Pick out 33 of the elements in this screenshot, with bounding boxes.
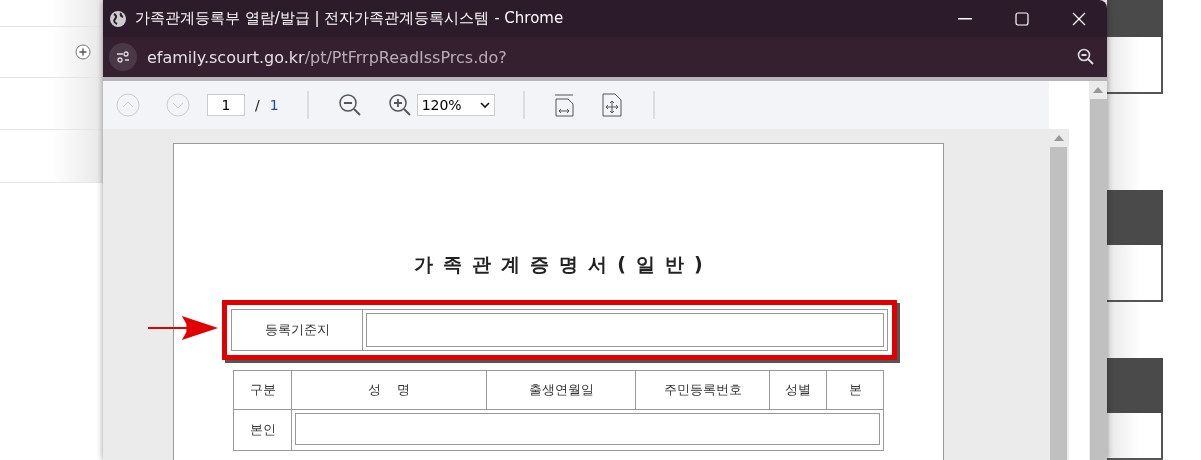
row-label: 본인 <box>234 410 292 451</box>
page-number-field[interactable]: 1 <box>207 94 245 116</box>
sliders-icon <box>116 51 130 63</box>
expand-icon[interactable] <box>75 44 91 60</box>
globe-icon <box>109 9 127 28</box>
column-header: 성 명 <box>292 371 487 410</box>
column-header: 주민등록번호 <box>636 371 770 410</box>
close-icon <box>1071 11 1086 26</box>
page-total: 1 <box>269 97 279 113</box>
caret-icon <box>479 102 490 108</box>
column-header: 구분 <box>234 371 292 410</box>
window-title: 가족관계등록부 열람/발급 | 전자가족관계등록시스템 - Chrome <box>135 9 565 28</box>
column-header: 본 <box>827 371 884 410</box>
zoom-select[interactable]: 120% <box>416 94 495 116</box>
page-separator: / <box>255 97 260 113</box>
dark-bar <box>1107 0 1163 37</box>
panel-box <box>1107 245 1163 302</box>
column-header: 출생연월일 <box>487 371 636 410</box>
site-info-button[interactable] <box>109 43 137 71</box>
document-title: 가족관계증명서(일반) <box>414 252 713 277</box>
dark-bar <box>1107 358 1163 413</box>
fit-page-icon[interactable] <box>600 90 623 120</box>
maximize-icon <box>1014 11 1029 26</box>
arrow-icon <box>148 316 218 340</box>
scrollbar[interactable] <box>1089 81 1107 460</box>
dark-bar <box>1107 190 1163 245</box>
field-label: 등록기준지 <box>232 310 363 350</box>
column-header: 성별 <box>770 371 827 410</box>
panel-box <box>1107 413 1163 460</box>
scroll-up-icon[interactable] <box>1053 135 1064 141</box>
scroll-up-icon[interactable] <box>1093 87 1103 93</box>
minimize-icon <box>957 17 972 20</box>
panel-box <box>1107 37 1163 94</box>
